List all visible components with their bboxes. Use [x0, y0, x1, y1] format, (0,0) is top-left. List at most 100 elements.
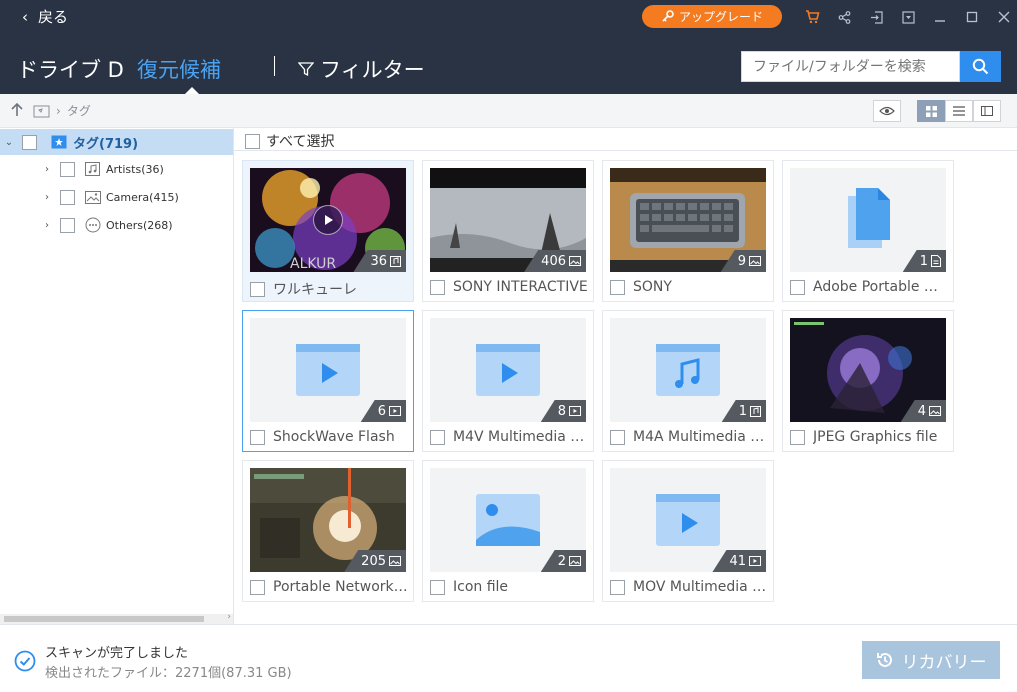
tree-item-label: Camera(415) [106, 190, 179, 204]
search-icon [972, 58, 989, 75]
file-card[interactable]: 1 M4A Multimedia file [602, 310, 774, 452]
minimize-icon[interactable] [924, 0, 956, 34]
share-icon[interactable] [828, 0, 860, 34]
list-icon [953, 106, 965, 116]
back-button[interactable]: ‹ 戻る [22, 6, 68, 27]
close-icon[interactable] [988, 0, 1017, 34]
thumbnail-video-placeholder: 8 [430, 318, 586, 422]
scrollbar-thumb[interactable] [4, 616, 204, 622]
up-arrow-icon[interactable] [10, 102, 24, 121]
grid-icon [925, 105, 937, 117]
file-card[interactable]: 205 Portable Network Graphics [242, 460, 414, 602]
drive-label[interactable]: ドライブ D [17, 54, 124, 84]
card-name: ShockWave Flash [273, 429, 395, 445]
tab-recovery-candidates[interactable]: 復元候補 [137, 54, 221, 84]
chevron-right-icon[interactable]: › [40, 192, 54, 203]
breadcrumb: › タグ [33, 102, 91, 119]
card-name: Portable Network Graphics [273, 579, 408, 595]
tree-root-checkbox[interactable] [22, 134, 37, 150]
image-icon [929, 406, 941, 416]
file-card[interactable]: 8 M4V Multimedia file [422, 310, 594, 452]
list-view-button[interactable] [945, 100, 973, 122]
card-checkbox[interactable] [430, 279, 445, 295]
card-checkbox[interactable] [610, 279, 625, 295]
tree-item-checkbox[interactable] [60, 161, 75, 177]
tree-item-camera[interactable]: › Camera(415) [0, 184, 233, 210]
card-name: JPEG Graphics file [813, 429, 938, 445]
sidebar-scrollbar[interactable]: › [0, 612, 233, 624]
recover-label: リカバリー [901, 652, 987, 673]
card-checkbox[interactable] [790, 429, 805, 445]
play-icon[interactable] [313, 205, 343, 235]
back-label: 戻る [38, 8, 69, 26]
card-name: SONY [633, 279, 672, 295]
card-checkbox[interactable] [430, 579, 445, 595]
music-icon [750, 405, 761, 417]
scan-complete-text: スキャンが完了しました [45, 646, 189, 661]
tree-root-label: タグ(719) [73, 136, 139, 152]
card-name: M4V Multimedia file [453, 429, 588, 445]
check-circle-icon [14, 650, 36, 672]
title-bar: ‹ 戻る アップグレード [0, 0, 1017, 34]
video-icon [749, 556, 761, 566]
card-name: ワルキューレ [273, 282, 357, 298]
file-card[interactable]: 406 SONY INTERACTIVE [422, 160, 594, 302]
image-icon [749, 256, 761, 266]
search-button[interactable] [960, 51, 1001, 82]
scroll-right-icon[interactable]: › [227, 612, 231, 622]
search-input[interactable] [741, 51, 960, 82]
card-checkbox[interactable] [250, 429, 265, 445]
recover-button[interactable]: リカバリー [862, 641, 1000, 679]
file-card[interactable]: 6 ShockWave Flash [242, 310, 414, 452]
tree-item-label: Others(268) [106, 218, 173, 232]
thumbnail-audio-placeholder: 1 [610, 318, 766, 422]
maximize-icon[interactable] [956, 0, 988, 34]
thumbnail-explosion-scene: 205 [250, 468, 406, 572]
tree-root-tags[interactable]: ⌄ タグ(719) [0, 129, 233, 155]
select-all-checkbox[interactable] [245, 133, 260, 149]
card-checkbox[interactable] [250, 579, 265, 595]
chevron-right-icon[interactable]: › [40, 164, 54, 175]
breadcrumb-item[interactable]: タグ [67, 102, 91, 119]
file-card[interactable]: 1 Adobe Portable Document [782, 160, 954, 302]
file-card[interactable]: 4 JPEG Graphics file [782, 310, 954, 452]
file-card[interactable]: 41 MOV Multimedia file [602, 460, 774, 602]
filter-label: フィルター [320, 58, 425, 82]
image-icon [389, 556, 401, 566]
card-name: SONY INTERACTIVE [453, 279, 588, 295]
select-all[interactable]: すべて選択 [245, 131, 334, 151]
nav-bar: ドライブ D 復元候補 フィルター [0, 34, 1017, 94]
file-card[interactable]: ALKUR 36 ワルキューレ [242, 160, 414, 302]
tree-item-others[interactable]: › Others(268) [0, 212, 233, 238]
file-card[interactable]: 9 SONY [602, 160, 774, 302]
filter-button[interactable]: フィルター [298, 54, 425, 84]
card-checkbox[interactable] [610, 579, 625, 595]
card-checkbox[interactable] [610, 429, 625, 445]
tree-item-checkbox[interactable] [60, 217, 75, 233]
tree-item-checkbox[interactable] [60, 189, 75, 205]
dropdown-icon[interactable] [892, 0, 924, 34]
thumbnail-video-placeholder: 41 [610, 468, 766, 572]
signin-icon[interactable] [860, 0, 892, 34]
found-files-text: 検出されたファイル： 2271個(87.31 GB) [45, 662, 292, 681]
card-checkbox[interactable] [430, 429, 445, 445]
card-checkbox[interactable] [790, 279, 805, 295]
tree-item-artists[interactable]: › Artists(36) [0, 156, 233, 182]
status-bar: スキャンが完了しました 検出されたファイル： 2271個(87.31 GB) リ… [0, 624, 1017, 692]
found-files-value: 2271個(87.31 GB) [175, 666, 292, 681]
thumbnail-anime-video: ALKUR 36 [250, 168, 406, 272]
filter-icon [298, 62, 314, 77]
doc-icon [931, 255, 941, 267]
preview-eye-button[interactable] [873, 100, 901, 122]
thumbnail-keyboard-photo: 9 [610, 168, 766, 272]
chevron-down-icon[interactable]: ⌄ [2, 137, 16, 148]
eye-icon [879, 106, 895, 116]
grid-view-button[interactable] [917, 100, 945, 122]
cart-icon[interactable] [796, 0, 828, 34]
detail-view-button[interactable] [973, 100, 1001, 122]
upgrade-button[interactable]: アップグレード [642, 5, 782, 28]
chevron-right-icon[interactable]: › [40, 220, 54, 231]
card-checkbox[interactable] [250, 281, 265, 297]
thumbnail-video-placeholder: 6 [250, 318, 406, 422]
file-card[interactable]: 2 Icon file [422, 460, 594, 602]
